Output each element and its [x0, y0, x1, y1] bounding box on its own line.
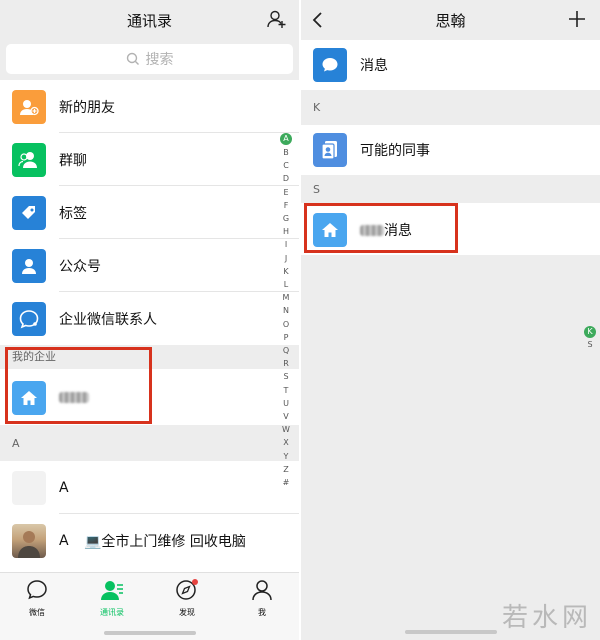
- index-letter-h[interactable]: H: [280, 225, 292, 238]
- index-letter-e[interactable]: E: [280, 186, 292, 199]
- index-letter-t[interactable]: T: [280, 384, 292, 397]
- contact-row[interactable]: A: [0, 461, 299, 514]
- index-letter-x[interactable]: X: [280, 436, 292, 449]
- menu-item-new-friends[interactable]: 新的朋友: [0, 80, 299, 133]
- compass-icon: [176, 579, 198, 600]
- group-chat-icon: [12, 142, 46, 177]
- highlight-box-enterprise-messages: [304, 203, 458, 253]
- index-letter-b[interactable]: B: [280, 146, 292, 159]
- index-letter-hash[interactable]: #: [280, 476, 292, 489]
- index-letter-w[interactable]: W: [280, 423, 292, 436]
- index-letter-o[interactable]: O: [280, 318, 292, 331]
- index-letter-n[interactable]: N: [280, 304, 292, 317]
- plus-icon[interactable]: [568, 10, 586, 32]
- contact-remark: 💻全市上门维修 回收电脑: [84, 533, 246, 550]
- tab-contacts[interactable]: 通讯录: [82, 579, 142, 618]
- search-icon: [126, 52, 139, 65]
- item-label: 可能的同事: [360, 142, 430, 159]
- section-header-a: A: [0, 425, 299, 461]
- add-contact-icon[interactable]: [267, 9, 287, 33]
- index-letter-i[interactable]: I: [280, 238, 292, 251]
- menu-item-label: 企业微信联系人: [59, 311, 157, 328]
- contact-list: A A 💻全市上门维修 回收电脑: [0, 461, 299, 572]
- colleague-list: 可能的同事: [301, 125, 600, 175]
- search-input[interactable]: 搜索: [6, 44, 293, 74]
- index-letter-k[interactable]: K: [280, 265, 292, 278]
- index-letter-z[interactable]: Z: [280, 463, 292, 476]
- contacts-panel: 通讯录 搜索 新的朋友 群聊 标签 公众号 企业微信联系人 我的企业 A A A…: [0, 0, 299, 640]
- index-letter-m[interactable]: M: [280, 291, 292, 304]
- item-possible-colleagues[interactable]: 可能的同事: [301, 123, 600, 176]
- avatar: [12, 523, 46, 558]
- message-bubble-icon: [313, 47, 347, 82]
- new-friend-icon: [12, 89, 46, 124]
- chat-bubble-icon: [27, 580, 47, 600]
- menu-item-label: 新的朋友: [59, 99, 115, 116]
- menu-item-label: 公众号: [59, 258, 101, 275]
- page-title: 通讯录: [126, 12, 172, 30]
- menu-item-tags[interactable]: 标签: [0, 186, 299, 239]
- contact-name: A: [59, 479, 69, 496]
- index-letter-l[interactable]: L: [280, 278, 292, 291]
- index-letter-u[interactable]: U: [280, 397, 292, 410]
- menu-item-wecom-contacts[interactable]: 企业微信联系人: [0, 292, 299, 345]
- tab-me[interactable]: 我: [232, 579, 292, 618]
- section-header-s: S: [301, 175, 600, 203]
- home-indicator: [405, 630, 497, 634]
- index-letter-y[interactable]: Y: [280, 450, 292, 463]
- page-title: 思翰: [435, 12, 466, 30]
- alphabet-index[interactable]: A B C D E F G H I J K L M N O P Q R S T U V W X Y Z #: [280, 133, 292, 489]
- contact-row[interactable]: A 💻全市上门维修 回收电脑: [0, 514, 299, 567]
- index-letter-s[interactable]: S: [280, 370, 292, 383]
- tab-chats[interactable]: 微信: [7, 579, 67, 618]
- official-account-icon: [12, 248, 46, 283]
- mini-alphabet-index[interactable]: K S: [584, 326, 596, 351]
- index-letter-p[interactable]: P: [280, 331, 292, 344]
- index-letter-g[interactable]: G: [280, 212, 292, 225]
- highlight-box-enterprise: [5, 347, 152, 424]
- menu-item-label: 群聊: [59, 152, 87, 169]
- item-messages[interactable]: 消息: [301, 38, 600, 91]
- home-indicator: [104, 631, 196, 635]
- enterprise-header: 思翰: [301, 0, 600, 40]
- wecom-contact-icon: [12, 301, 46, 336]
- index-letter-c[interactable]: C: [280, 159, 292, 172]
- message-list: 消息: [301, 40, 600, 90]
- item-label: 消息: [360, 57, 388, 74]
- contact-name: A: [59, 532, 69, 549]
- menu-item-label: 标签: [59, 205, 87, 222]
- search-placeholder: 搜索: [145, 52, 174, 68]
- avatar: [12, 470, 46, 505]
- watermark: 若水网: [501, 603, 592, 633]
- menu-item-official-accounts[interactable]: 公众号: [0, 239, 299, 292]
- menu-item-group-chats[interactable]: 群聊: [0, 133, 299, 186]
- index-letter-v[interactable]: V: [280, 410, 292, 423]
- person-icon: [252, 580, 272, 601]
- bottom-tab-bar: 微信 通讯录 发现 我: [0, 572, 299, 640]
- contacts-icon: [101, 581, 123, 600]
- tab-discover[interactable]: 发现: [157, 579, 217, 618]
- index-letter-r[interactable]: R: [280, 357, 292, 370]
- section-header-k: K: [301, 90, 600, 125]
- index-letter-a[interactable]: A: [280, 133, 292, 145]
- tag-icon: [12, 195, 46, 230]
- contact-card-icon: [313, 132, 347, 167]
- index-letter-j[interactable]: J: [280, 252, 292, 265]
- index-letter-q[interactable]: Q: [280, 344, 292, 357]
- index-letter-d[interactable]: D: [280, 172, 292, 185]
- contacts-header: 通讯录: [0, 0, 299, 40]
- contacts-menu-list: 新的朋友 群聊 标签 公众号 企业微信联系人: [0, 80, 299, 345]
- index-letter-f[interactable]: F: [280, 199, 292, 212]
- enterprise-panel: 思翰 消息 K 可能的同事 S 消息 K S 若水网: [301, 0, 600, 640]
